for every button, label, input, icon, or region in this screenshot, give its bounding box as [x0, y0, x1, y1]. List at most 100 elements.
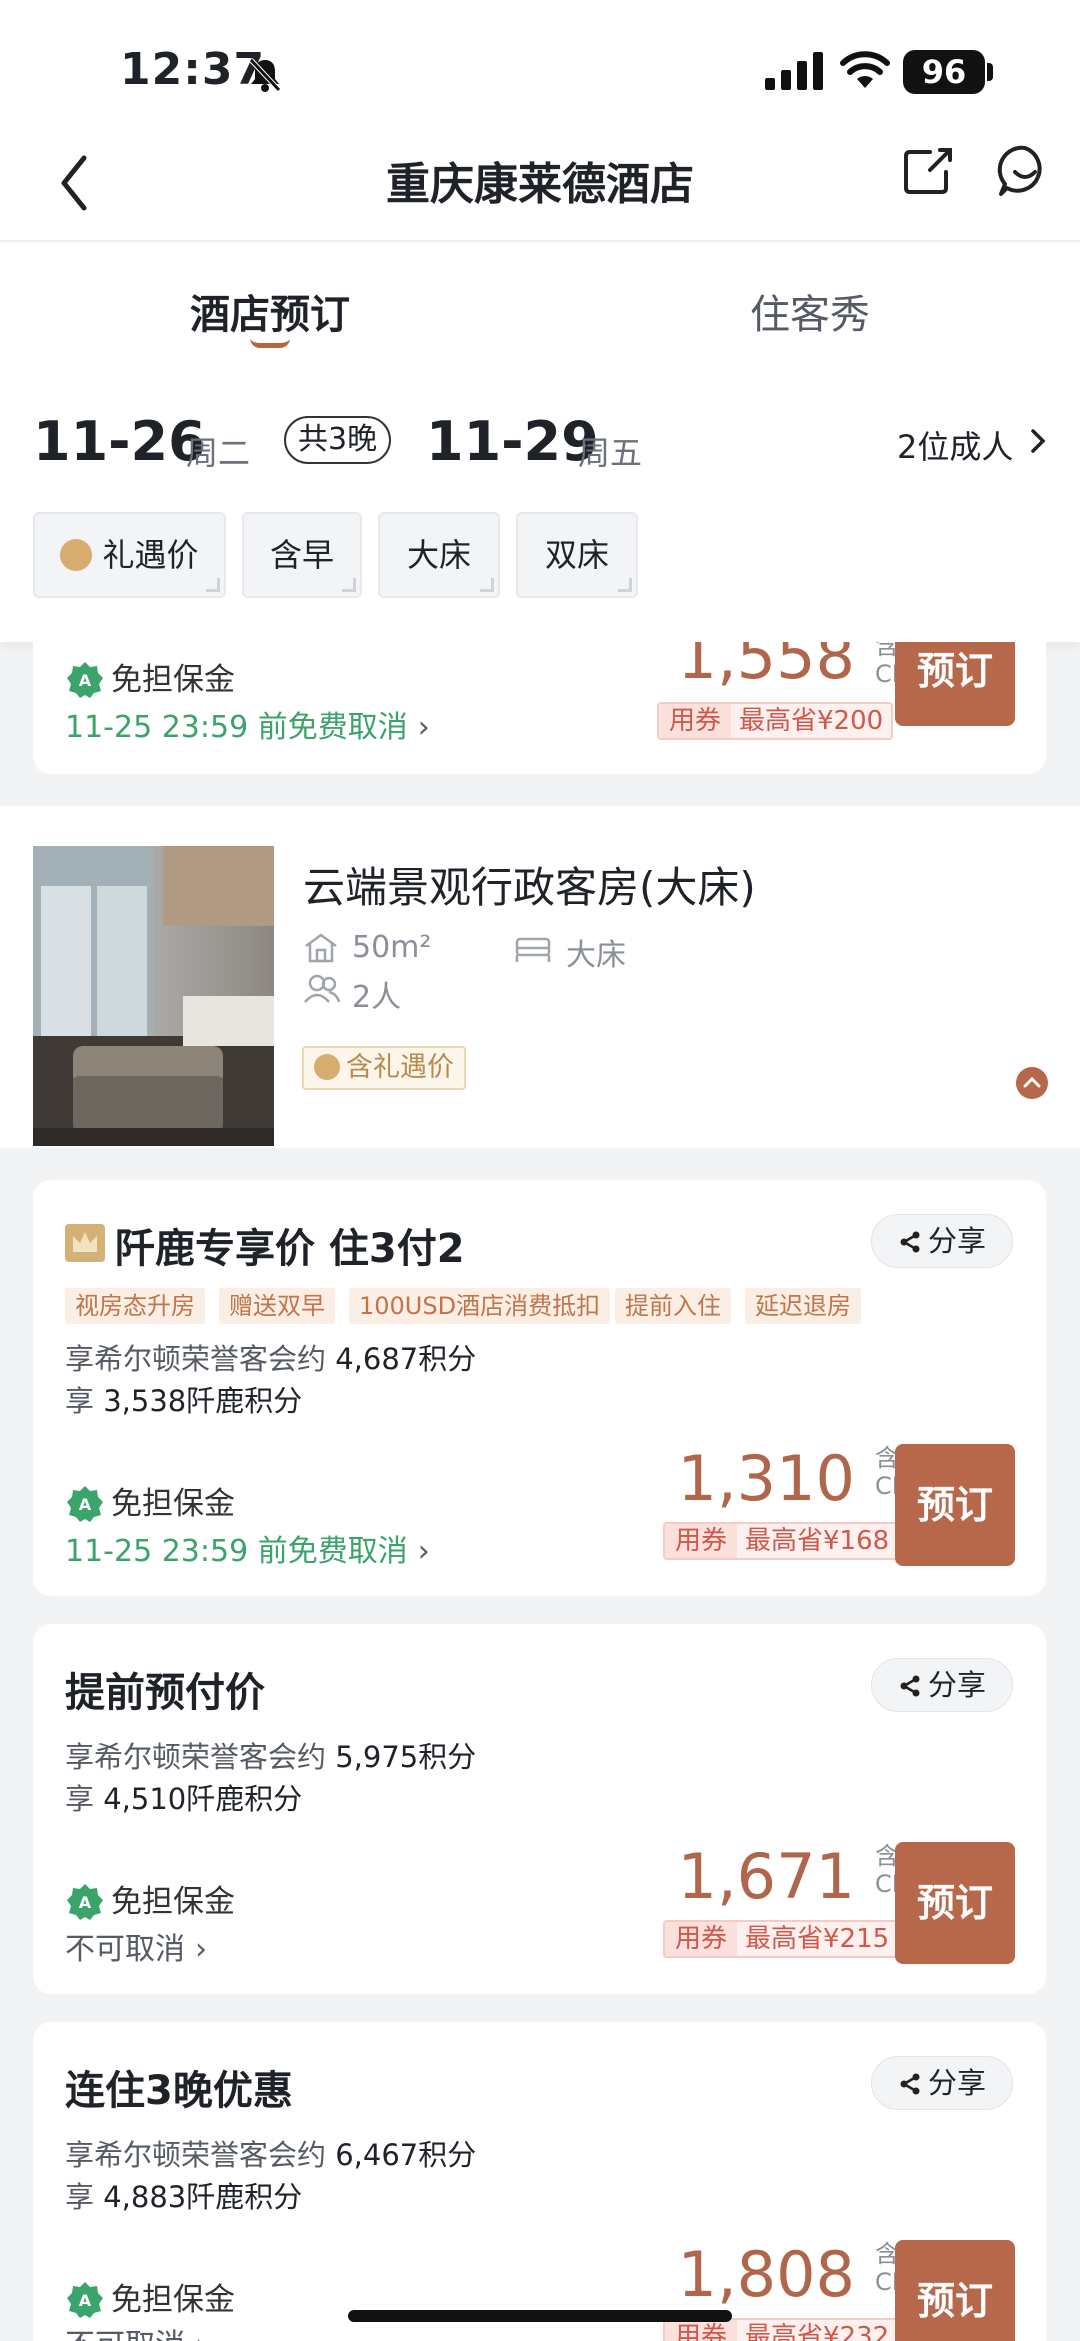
share-button[interactable]: 分享 — [871, 1658, 1013, 1712]
rate-card-partial: A 免担保金 11-25 23:59 前免费取消› 1,558 含税CNY 用券… — [33, 642, 1046, 774]
coupon-badge: 用券 最高省¥200 — [657, 702, 894, 740]
courtesy-rate-badge: 含礼遇价 — [302, 1046, 466, 1090]
coupon-badge: 用券 最高省¥168 — [663, 1522, 900, 1560]
coupon-badge: 用券 最高省¥215 — [663, 1920, 900, 1958]
qianlu-points: 享 4,883阡鹿积分 — [65, 2180, 303, 2214]
people-icon — [304, 974, 341, 1003]
filter-chip-breakfast[interactable]: 含早 — [242, 512, 362, 598]
perk-tag: 视房态升房 — [65, 1288, 205, 1324]
bell-slash-icon — [249, 58, 281, 92]
svg-text:A: A — [79, 2291, 92, 2310]
filter-label: 双床 — [544, 536, 609, 574]
area-icon — [305, 933, 337, 963]
share-icon[interactable] — [900, 142, 956, 202]
cancel-policy[interactable]: 11-25 23:59 前免费取消 › — [65, 702, 430, 746]
nav-header: 重庆康莱德酒店 — [0, 130, 1080, 242]
filter-bar: 礼遇价 含早 大床 双床 — [0, 482, 1080, 642]
gem-icon — [60, 539, 93, 571]
rate-card: 提前预付价 分享 享希尔顿荣誉客会约 5,975积分 享 4,510阡鹿积分 A… — [33, 1624, 1046, 1994]
room-name: 云端景观行政客房(大床) — [303, 863, 756, 912]
share-icon — [900, 1231, 920, 1253]
price: 1,310 — [677, 1442, 856, 1515]
rate-title: 阡鹿专享价 住3付2 — [115, 1226, 465, 1272]
cancel-text: 不可取消 — [65, 1932, 185, 1967]
share-icon — [900, 1675, 920, 1697]
filter-label: 大床 — [406, 536, 471, 574]
share-button[interactable]: 分享 — [871, 1214, 1013, 1268]
room-photo[interactable] — [33, 846, 274, 1146]
cancel-policy[interactable]: 不可取消 › — [65, 2320, 207, 2341]
battery-tip — [987, 63, 993, 81]
cancel-policy[interactable]: 不可取消 › — [65, 1924, 207, 1968]
cancel-policy[interactable]: 11-25 23:59 前免费取消 › — [65, 1526, 430, 1570]
hilton-points: 享希尔顿荣誉客会约 6,467积分 — [65, 2138, 477, 2172]
perk-tag: 提前入住 — [615, 1288, 731, 1324]
checkin-weekday: 周二 — [186, 434, 251, 472]
status-bar: 12:37 96 — [0, 0, 1080, 130]
rate-title: 连住3晚优惠 — [65, 2068, 293, 2114]
filter-label: 礼遇价 — [102, 536, 199, 574]
tab-hotel-booking[interactable]: 酒店预订 — [190, 282, 350, 340]
chevron-right-icon: › — [417, 710, 430, 745]
price: 1,558 — [677, 642, 856, 693]
filter-chip-courtesy-rate[interactable]: 礼遇价 — [33, 512, 226, 598]
home-indicator[interactable] — [348, 2310, 732, 2322]
qianlu-points: 享 3,538阡鹿积分 — [65, 1384, 303, 1418]
filter-chip-twin-bed[interactable]: 双床 — [516, 512, 638, 598]
checkout-weekday: 周五 — [578, 434, 643, 472]
price: 1,671 — [677, 1840, 856, 1913]
share-label: 分享 — [927, 2066, 986, 2100]
deposit-label: A 免担保金 — [65, 2274, 235, 2320]
guest-count[interactable]: 2位成人 — [897, 422, 1013, 468]
deposit-badge-icon: A — [67, 1884, 103, 1920]
share-label: 分享 — [927, 1668, 986, 1702]
room-area: 50m² — [352, 930, 432, 965]
book-button[interactable]: 预订 — [895, 1842, 1015, 1964]
nights-badge: 共3晚 — [284, 416, 392, 464]
deposit-text: 免担保金 — [111, 2282, 235, 2318]
gem-icon — [314, 1054, 340, 1080]
stay-dates[interactable]: 11-26 周二 共3晚 11-29 周五 2位成人 — [0, 362, 1080, 482]
hilton-points: 享希尔顿荣誉客会约 5,975积分 — [65, 1740, 477, 1774]
chevron-right-icon: › — [195, 2328, 207, 2341]
chevron-right-icon: › — [195, 1932, 207, 1967]
deposit-badge-icon: A — [67, 2282, 103, 2318]
deposit-text: 免担保金 — [111, 1884, 235, 1920]
chevron-right-icon — [1031, 429, 1046, 453]
tab-active-indicator — [250, 338, 290, 348]
book-button[interactable]: 预订 — [895, 2240, 1015, 2341]
customer-service-icon[interactable] — [995, 142, 1055, 202]
hilton-points: 享希尔顿荣誉客会约 4,687积分 — [65, 1342, 477, 1376]
book-button[interactable]: 预订 — [895, 642, 1015, 726]
checkin-date[interactable]: 11-26 — [33, 410, 206, 473]
bed-icon — [515, 937, 551, 962]
checkout-date[interactable]: 11-29 — [426, 410, 599, 473]
perk-tag: 延迟退房 — [745, 1288, 861, 1324]
share-label: 分享 — [927, 1224, 986, 1258]
badge-text: 含礼遇价 — [346, 1052, 454, 1083]
tab-guest-show[interactable]: 住客秀 — [750, 282, 870, 340]
deposit-badge-icon: A — [67, 662, 103, 698]
cancel-text: 不可取消 — [65, 2328, 185, 2341]
share-button[interactable]: 分享 — [871, 2056, 1013, 2110]
svg-text:A: A — [79, 1893, 92, 1912]
rate-title: 提前预付价 — [65, 1670, 265, 1716]
wifi-icon — [840, 51, 890, 88]
rate-card: 连住3晚优惠 分享 享希尔顿荣誉客会约 6,467积分 享 4,883阡鹿积分 … — [33, 2022, 1046, 2341]
svg-text:A: A — [79, 671, 92, 690]
deposit-label: A 免担保金 — [65, 1876, 235, 1922]
tab-bar: 酒店预订 住客秀 — [0, 242, 1080, 362]
book-button[interactable]: 预订 — [895, 1444, 1015, 1566]
room-header[interactable]: 云端景观行政客房(大床) 50m² 大床 2人 含礼遇价 — [0, 806, 1080, 1148]
perk-tag: 100USD酒店消费抵扣 — [349, 1288, 611, 1324]
filter-chip-king-bed[interactable]: 大床 — [378, 512, 500, 598]
share-icon — [900, 2073, 920, 2095]
deposit-label: A 免担保金 — [65, 1478, 235, 1524]
deposit-text: 免担保金 — [111, 662, 235, 698]
perk-tag: 赠送双早 — [219, 1288, 335, 1324]
collapse-icon[interactable] — [1015, 1066, 1049, 1100]
cancel-text: 11-25 23:59 前免费取消 — [65, 710, 408, 745]
room-bed: 大床 — [566, 938, 626, 973]
price: 1,808 — [677, 2238, 856, 2311]
status-time: 12:37 — [120, 44, 266, 95]
